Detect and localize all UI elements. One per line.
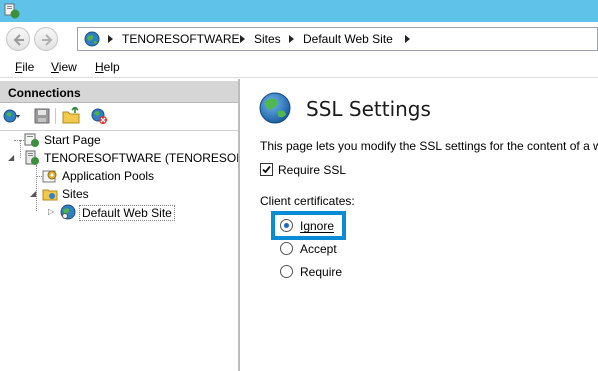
application-pools-icon [42,170,57,183]
menu-view-mnemonic: V [51,60,59,74]
menu-view-rest: iew [58,60,77,74]
forward-arrow-icon [42,34,53,46]
radio-button-accept[interactable] [280,242,293,255]
up-folder-icon[interactable] [62,107,80,125]
breadcrumb-default-web-site[interactable]: Default Web Site [303,32,393,46]
ssl-settings-panel: SSL Settings This page lets you modify t… [242,79,598,371]
title-bar [0,0,598,22]
connections-toolbar [0,104,238,128]
tree-label: Default Web Site [79,205,175,221]
breadcrumb-separator [405,35,410,43]
tree-item-server[interactable]: ◢ TENORESOFTWARE (TENORESOFTW [0,150,238,168]
tree-item-default-web-site[interactable]: ▷ Default Web Site [44,204,234,222]
menu-help-rest: elp [103,60,120,74]
disconnect-icon[interactable] [90,107,108,125]
forward-button[interactable] [34,27,58,51]
tree-label: Start Page [44,133,101,147]
menu-help[interactable]: Help [95,60,120,74]
server-icon [25,150,39,165]
connect-globe-icon[interactable] [3,107,21,125]
address-bar[interactable]: TENORESOFTWARE Sites Default Web Site [77,27,598,51]
tree-label: TENORESOFTWARE (TENORESOFTW [44,151,238,165]
expand-arrow-icon[interactable]: ▷ [48,208,56,216]
collapse-arrow-icon[interactable]: ◢ [8,154,16,162]
radio-button-ignore[interactable] [280,219,293,232]
menu-bar: File View Help [0,56,598,78]
tree-item-application-pools[interactable]: Application Pools [40,168,230,186]
tree-item-start-page[interactable]: Start Page [22,132,222,150]
start-page-icon [24,133,39,147]
radio-label-accept: Accept [300,242,337,256]
require-ssl-checkbox[interactable] [260,163,273,176]
collapse-arrow-icon[interactable]: ◢ [30,190,38,198]
save-icon[interactable] [33,107,51,125]
breadcrumb-separator [289,35,294,43]
radio-accept[interactable]: Accept [280,241,360,257]
breadcrumb-sites[interactable]: Sites [254,32,281,46]
radio-label-require: Require [300,265,343,279]
sites-folder-icon [42,189,58,201]
checkmark-icon [262,165,271,174]
ssl-globe-icon [259,92,291,124]
page-description: This page lets you modify the SSL settin… [260,139,598,153]
menu-file-rest: ile [22,60,35,74]
website-globe-icon [60,204,76,220]
radio-label-ignore: Ignore [300,219,335,233]
menu-help-mnemonic: H [95,60,104,74]
back-arrow-icon [13,34,24,46]
connections-header: Connections [0,81,238,103]
connections-panel: Connections Start Page ◢ TENORESOFTWARE … [0,79,240,371]
globe-icon [84,31,100,47]
breadcrumb-separator [108,35,113,43]
radio-ignore[interactable]: Ignore [280,218,360,234]
tree-label: Application Pools [62,169,155,183]
radio-require[interactable]: Require [280,264,360,280]
client-certificates-label: Client certificates: [260,194,355,208]
page-title: SSL Settings [306,97,431,121]
tree-item-sites[interactable]: ◢ Sites [24,186,214,204]
back-button[interactable] [6,27,30,51]
toolbar-separator [55,108,56,124]
breadcrumb-server[interactable]: TENORESOFTWARE [122,32,240,46]
connections-tree: Start Page ◢ TENORESOFTWARE (TENORESOFTW… [0,130,238,371]
connections-title: Connections [8,86,81,100]
menu-file[interactable]: File [15,60,34,74]
radio-button-require[interactable] [280,265,293,278]
require-ssl-label[interactable]: Require SSL [278,163,346,177]
iis-manager-icon [4,3,20,19]
breadcrumb-separator [240,35,245,43]
tree-label: Sites [62,187,89,201]
navigation-bar: TENORESOFTWARE Sites Default Web Site [0,22,598,56]
menu-view[interactable]: View [51,60,77,74]
